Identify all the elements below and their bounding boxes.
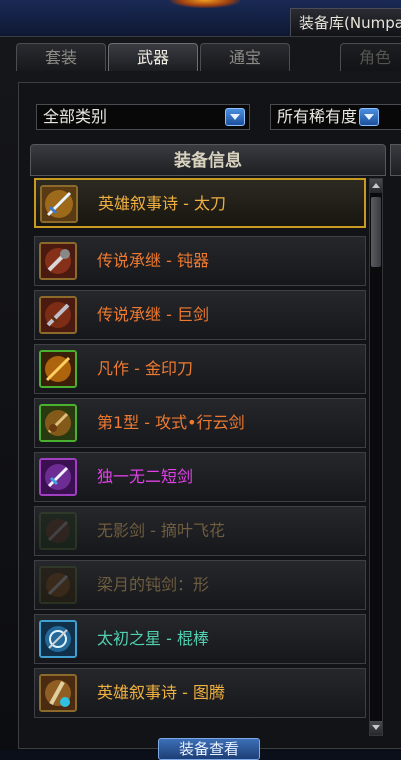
scroll-thumb[interactable] [371, 197, 381, 267]
column-header-extra[interactable] [390, 144, 401, 176]
list-item[interactable]: 凡作 - 金印刀 [34, 344, 366, 394]
category-value: 全部类别 [43, 107, 108, 126]
list-item[interactable]: 无影剑 - 摘叶飞花 [34, 506, 366, 556]
item-name: 传说承继 - 巨剑 [97, 305, 209, 324]
staff-icon [39, 620, 77, 658]
list-scrollbar[interactable] [369, 178, 383, 736]
tab-character[interactable]: 角色 [340, 43, 401, 71]
tab-set[interactable]: 套装 [16, 43, 106, 71]
category-select[interactable]: 全部类别 [36, 104, 250, 130]
view-equipment-button[interactable]: 装备查看 [158, 738, 260, 760]
list-item[interactable]: 梁月的钝剑：形 [34, 560, 366, 610]
chevron-down-icon[interactable] [225, 108, 245, 126]
blunt-sword-icon [39, 566, 77, 604]
list-item[interactable]: 传说承继 - 巨剑 [34, 290, 366, 340]
list-item[interactable]: 英雄叙事诗 - 太刀 [34, 178, 366, 228]
list-item[interactable]: 太初之星 - 棍棒 [34, 614, 366, 664]
item-name: 第1型 - 攻式•行云剑 [97, 413, 245, 432]
katana-icon [40, 185, 78, 223]
tab-coin[interactable]: 通宝 [200, 43, 290, 71]
list-item[interactable]: 英雄叙事诗 - 图腾 [34, 668, 366, 718]
item-name: 无影剑 - 摘叶飞花 [97, 521, 225, 540]
greatsword-icon [39, 296, 77, 334]
item-name: 英雄叙事诗 - 图腾 [97, 683, 225, 702]
rarity-select[interactable]: 所有稀有度 [270, 104, 401, 130]
list-item[interactable]: 第1型 - 攻式•行云剑 [34, 398, 366, 448]
ornament-glow [170, 0, 240, 8]
window-title: 装备库(Numpa [290, 8, 401, 36]
item-name: 英雄叙事诗 - 太刀 [98, 194, 226, 213]
item-name: 凡作 - 金印刀 [97, 359, 193, 378]
sword-icon [39, 404, 77, 442]
chevron-down-icon[interactable] [359, 108, 379, 126]
item-name: 独一无二短剑 [97, 467, 194, 486]
totem-icon [39, 674, 77, 712]
dagger-icon [39, 458, 77, 496]
rarity-value: 所有稀有度 [277, 107, 358, 126]
mace-icon [39, 242, 77, 280]
item-name: 梁月的钝剑：形 [97, 575, 210, 594]
tab-weapon[interactable]: 武器 [108, 43, 198, 71]
list-item[interactable]: 传说承继 - 钝器 [34, 236, 366, 286]
scroll-down-icon[interactable] [370, 721, 382, 735]
list-item[interactable]: 独一无二短剑 [34, 452, 366, 502]
blade-icon [39, 350, 77, 388]
column-header-equipment-info[interactable]: 装备信息 [30, 144, 386, 176]
shadow-sword-icon [39, 512, 77, 550]
item-name: 传说承继 - 钝器 [97, 251, 209, 270]
item-name: 太初之星 - 棍棒 [97, 629, 209, 648]
scroll-up-icon[interactable] [370, 179, 382, 193]
